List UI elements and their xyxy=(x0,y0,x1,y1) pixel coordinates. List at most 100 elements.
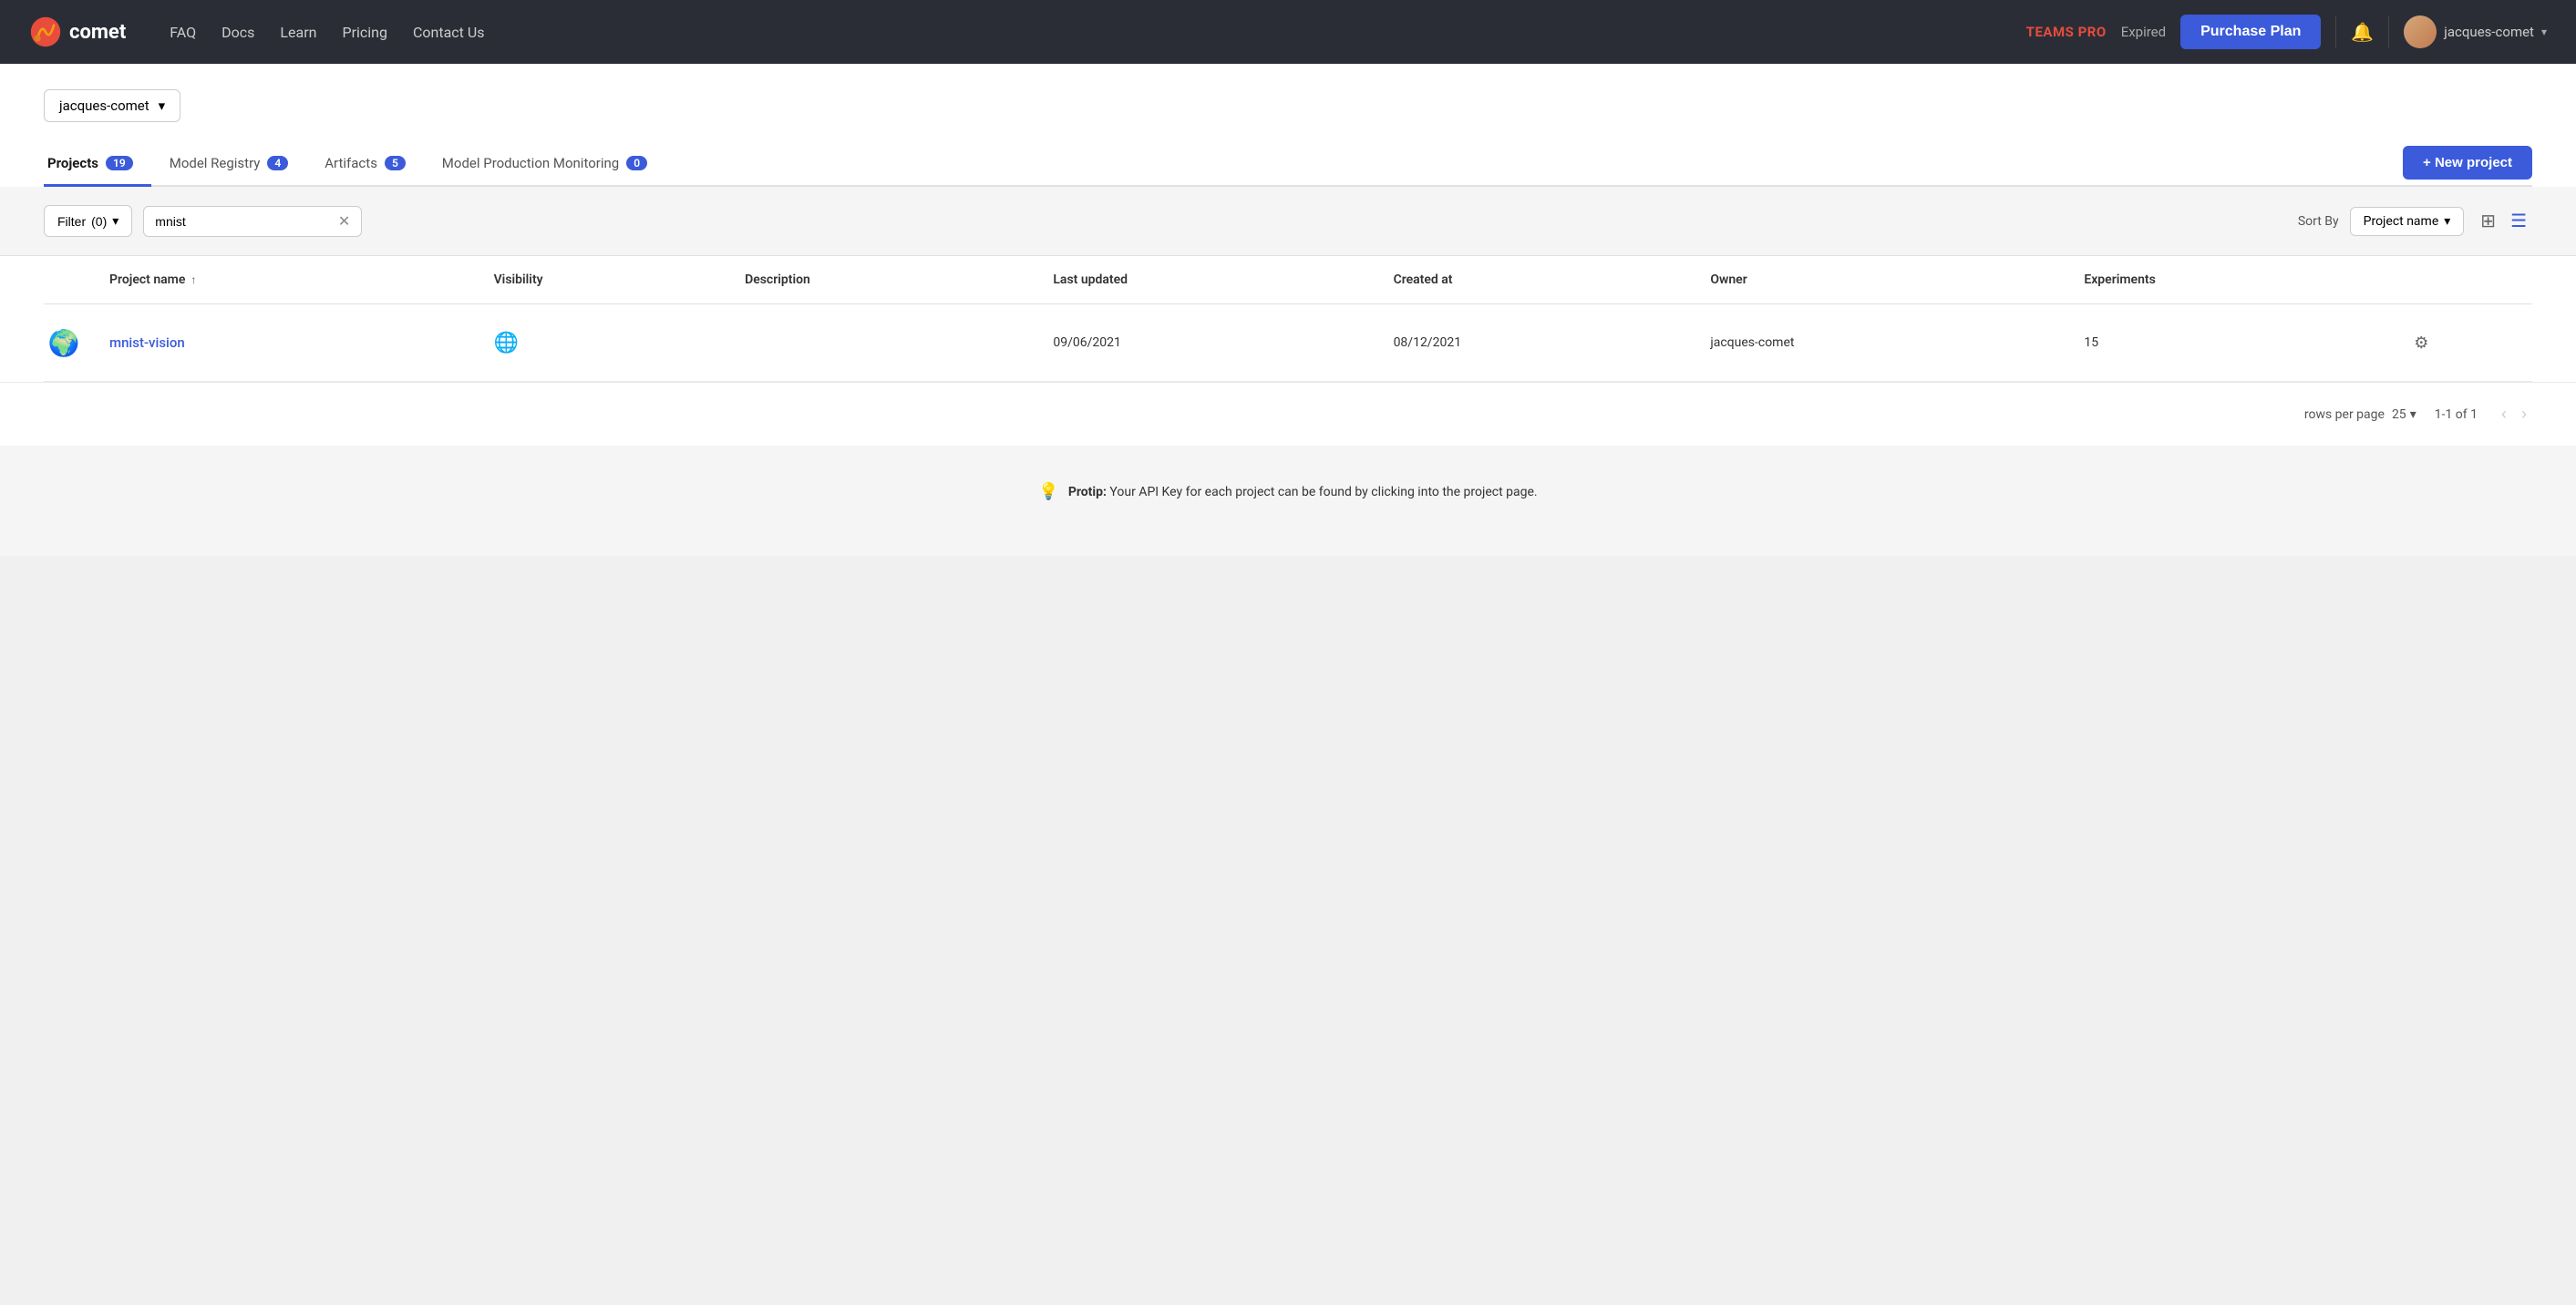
filter-label: Filter xyxy=(57,214,86,229)
user-menu[interactable]: jacques-comet ▾ xyxy=(2404,15,2547,48)
sort-value: Project name xyxy=(2364,214,2439,229)
username-label: jacques-comet xyxy=(2444,24,2534,40)
next-page-button[interactable]: › xyxy=(2516,401,2532,427)
project-icon: 🌍 xyxy=(44,323,84,363)
tab-projects[interactable]: Projects 19 xyxy=(44,144,151,187)
sort-label: Sort By xyxy=(2298,214,2339,229)
tab-model-registry[interactable]: Model Registry 4 xyxy=(166,144,307,187)
filter-bar: Filter (0) ▾ ✕ Sort By Project name ▾ ⊞ … xyxy=(44,205,2532,237)
sort-asc-icon: ↑ xyxy=(191,273,196,286)
th-description-label: Description xyxy=(745,272,810,287)
projects-table: Project name ↑ Visibility Description La… xyxy=(44,256,2532,382)
logo[interactable]: comet xyxy=(29,15,126,48)
filter-bar-section: Filter (0) ▾ ✕ Sort By Project name ▾ ⊞ … xyxy=(0,187,2576,256)
project-settings-button[interactable]: ⚙ xyxy=(2414,334,2428,353)
experiments-count: 15 xyxy=(2084,335,2098,350)
search-input[interactable] xyxy=(155,214,331,229)
notification-button[interactable]: 🔔 xyxy=(2351,21,2374,44)
th-last-updated[interactable]: Last updated xyxy=(1042,256,1382,304)
grid-view-button[interactable]: ⊞ xyxy=(2475,206,2501,236)
owner-value: jacques-comet xyxy=(1710,335,1794,350)
pagination-section: rows per page 25 ▾ 1-1 of 1 ‹ › xyxy=(0,382,2576,446)
td-visibility: 🌐 xyxy=(483,304,734,382)
rows-per-page-label: rows per page xyxy=(2304,407,2385,422)
nav-faq[interactable]: FAQ xyxy=(170,24,196,41)
table-row: 🌍 mnist-vision 🌐 09/06/2021 08/12/2021 xyxy=(44,304,2532,382)
list-icon: ☰ xyxy=(2510,211,2527,231)
protip-text: Protip: Your API Key for each project ca… xyxy=(1068,485,1538,499)
tab-projects-badge: 19 xyxy=(106,156,133,170)
th-owner-label: Owner xyxy=(1710,272,1747,287)
th-last-updated-label: Last updated xyxy=(1053,272,1128,287)
tab-artifacts-label: Artifacts xyxy=(325,155,377,171)
filter-chevron-icon: ▾ xyxy=(112,213,118,229)
tab-model-registry-label: Model Registry xyxy=(170,155,261,171)
tab-artifacts[interactable]: Artifacts 5 xyxy=(321,144,424,187)
navbar-right: TEAMS PRO Expired Purchase Plan 🔔 jacque… xyxy=(2026,15,2547,49)
tab-mpm[interactable]: Model Production Monitoring 0 xyxy=(438,144,665,187)
table-header-row: Project name ↑ Visibility Description La… xyxy=(44,256,2532,304)
grid-icon: ⊞ xyxy=(2480,211,2496,231)
rows-per-page-value: 25 xyxy=(2392,407,2406,422)
td-owner: jacques-comet xyxy=(1699,304,2073,382)
th-owner[interactable]: Owner xyxy=(1699,256,2073,304)
prev-page-button[interactable]: ‹ xyxy=(2496,401,2512,427)
tab-mpm-badge: 0 xyxy=(626,156,647,170)
list-view-button[interactable]: ☰ xyxy=(2505,206,2532,236)
visibility-globe-icon: 🌐 xyxy=(494,332,519,355)
td-created-at: 08/12/2021 xyxy=(1383,304,1700,382)
workspace-selector[interactable]: jacques-comet ▾ xyxy=(44,89,180,122)
th-icon xyxy=(44,256,98,304)
protip-content: 💡 Protip: Your API Key for each project … xyxy=(1038,482,1537,501)
nav-docs[interactable]: Docs xyxy=(222,24,254,41)
clear-icon: ✕ xyxy=(338,212,350,231)
tab-model-registry-badge: 4 xyxy=(267,156,288,170)
plan-label: TEAMS PRO xyxy=(2026,24,2107,40)
sort-chevron-icon: ▾ xyxy=(2444,214,2450,229)
th-actions xyxy=(2403,256,2532,304)
sort-select[interactable]: Project name ▾ xyxy=(2350,207,2465,236)
tab-projects-label: Projects xyxy=(47,155,98,171)
td-project-icon: 🌍 xyxy=(44,304,98,382)
protip-body: Your API Key for each project can be fou… xyxy=(1109,485,1537,499)
nav-divider-2 xyxy=(2388,15,2389,48)
main-content: jacques-comet ▾ Projects 19 Model Regist… xyxy=(0,64,2576,187)
th-visibility[interactable]: Visibility xyxy=(483,256,734,304)
project-name-link[interactable]: mnist-vision xyxy=(109,334,185,351)
navbar: comet FAQ Docs Learn Pricing Contact Us … xyxy=(0,0,2576,64)
chevron-right-icon: › xyxy=(2521,405,2527,423)
td-settings: ⚙ xyxy=(2403,304,2532,382)
rows-per-page-select[interactable]: 25 ▾ xyxy=(2392,407,2416,422)
bell-icon: 🔔 xyxy=(2351,21,2374,44)
search-wrap: ✕ xyxy=(143,206,362,237)
th-experiments[interactable]: Experiments xyxy=(2073,256,2403,304)
filter-count: (0) xyxy=(91,214,107,229)
td-last-updated: 09/06/2021 xyxy=(1042,304,1382,382)
th-created-at-label: Created at xyxy=(1394,272,1453,287)
last-updated-value: 09/06/2021 xyxy=(1053,335,1121,350)
purchase-plan-button[interactable]: Purchase Plan xyxy=(2180,15,2321,49)
filter-button[interactable]: Filter (0) ▾ xyxy=(44,205,132,237)
created-at-value: 08/12/2021 xyxy=(1394,335,1462,350)
td-experiments: 15 xyxy=(2073,304,2403,382)
nav-links: FAQ Docs Learn Pricing Contact Us xyxy=(170,24,1996,41)
td-project-name: mnist-vision xyxy=(98,304,483,382)
new-project-button[interactable]: + New project xyxy=(2403,146,2532,180)
th-created-at[interactable]: Created at xyxy=(1383,256,1700,304)
expired-label: Expired xyxy=(2121,24,2166,40)
th-description[interactable]: Description xyxy=(734,256,1042,304)
tab-mpm-label: Model Production Monitoring xyxy=(442,155,619,171)
nav-pricing[interactable]: Pricing xyxy=(342,24,387,41)
workspace-chevron-icon: ▾ xyxy=(159,98,166,114)
rows-chevron-icon: ▾ xyxy=(2410,407,2416,422)
protip-section: 💡 Protip: Your API Key for each project … xyxy=(0,446,2576,556)
protip-bold: Protip: xyxy=(1068,485,1107,499)
rows-per-page: rows per page 25 ▾ xyxy=(2304,407,2416,422)
gear-icon: ⚙ xyxy=(2414,334,2428,352)
th-project-name[interactable]: Project name ↑ xyxy=(98,256,483,304)
logo-text: comet xyxy=(69,21,126,44)
clear-search-button[interactable]: ✕ xyxy=(338,212,350,231)
nav-learn[interactable]: Learn xyxy=(280,24,316,41)
nav-contact[interactable]: Contact Us xyxy=(413,24,485,41)
tab-artifacts-badge: 5 xyxy=(385,156,406,170)
